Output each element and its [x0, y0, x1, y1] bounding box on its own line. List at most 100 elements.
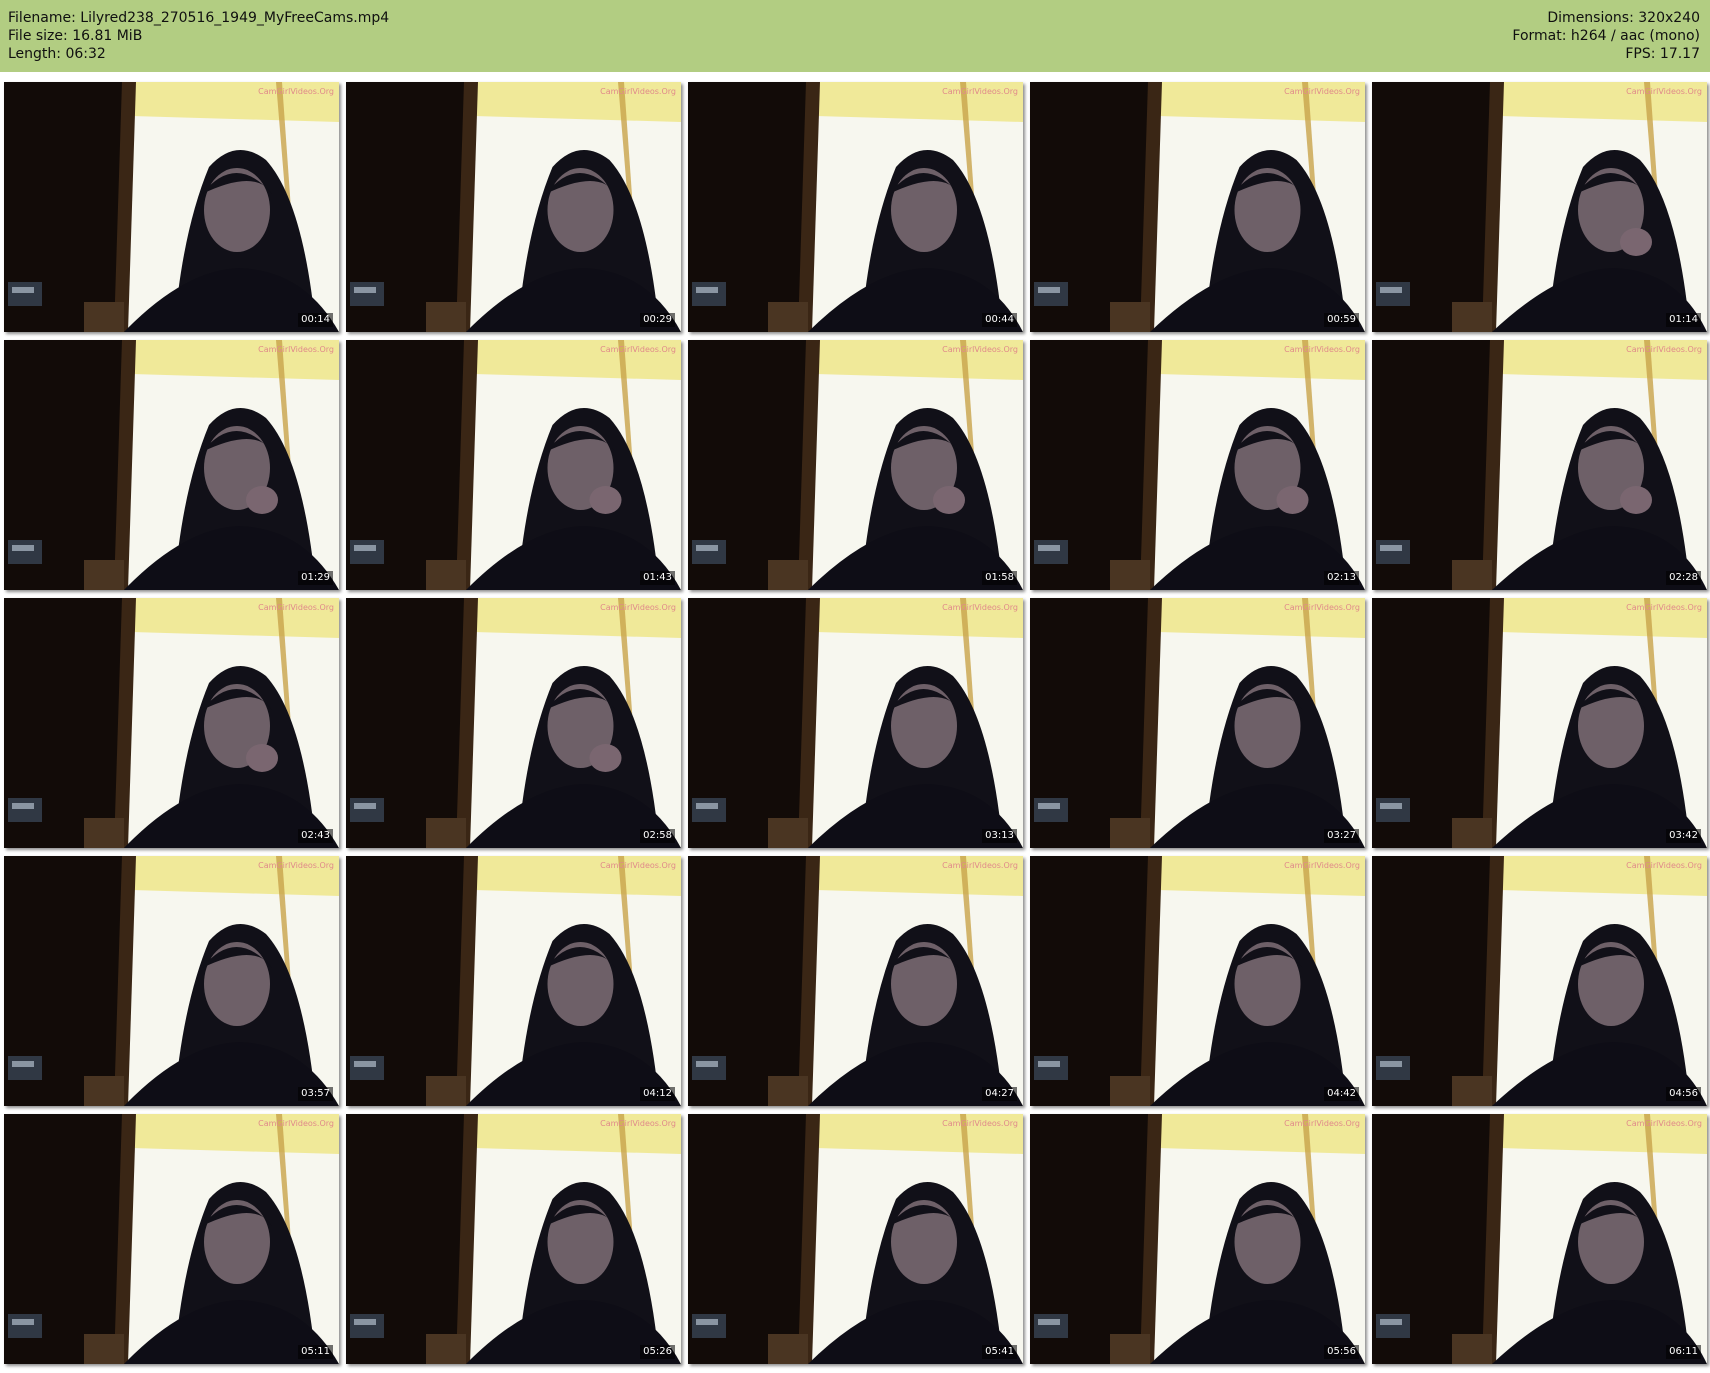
thumbnail[interactable]: CamGirlVideos.Org 01:29 [4, 340, 339, 590]
video-frame-image: CamGirlVideos.Org [4, 1114, 339, 1364]
svg-text:CamGirlVideos.Org: CamGirlVideos.Org [942, 861, 1018, 870]
video-frame-image: CamGirlVideos.Org [346, 598, 681, 848]
svg-text:CamGirlVideos.Org: CamGirlVideos.Org [258, 345, 334, 354]
video-frame-image: CamGirlVideos.Org [688, 856, 1023, 1106]
svg-text:CamGirlVideos.Org: CamGirlVideos.Org [258, 1119, 334, 1128]
video-frame-image: CamGirlVideos.Org [1030, 340, 1365, 590]
thumbnail[interactable]: CamGirlVideos.Org 00:44 [688, 82, 1023, 332]
video-frame-image: CamGirlVideos.Org [1372, 340, 1707, 590]
thumbnail[interactable]: CamGirlVideos.Org 00:14 [4, 82, 339, 332]
svg-text:CamGirlVideos.Org: CamGirlVideos.Org [942, 345, 1018, 354]
thumbnail[interactable]: CamGirlVideos.Org 04:12 [346, 856, 681, 1106]
timestamp-badge: 04:12 [640, 1087, 675, 1101]
svg-text:CamGirlVideos.Org: CamGirlVideos.Org [258, 603, 334, 612]
thumbnail[interactable]: CamGirlVideos.Org 03:27 [1030, 598, 1365, 848]
thumbnail[interactable]: CamGirlVideos.Org 04:56 [1372, 856, 1707, 1106]
svg-text:CamGirlVideos.Org: CamGirlVideos.Org [942, 1119, 1018, 1128]
video-frame-image: CamGirlVideos.Org [4, 82, 339, 332]
timestamp-badge: 00:29 [640, 313, 675, 327]
svg-text:CamGirlVideos.Org: CamGirlVideos.Org [600, 345, 676, 354]
thumbnail-grid: CamGirlVideos.Org 00:14 CamGirlVideos.Org 0… [4, 82, 1707, 1364]
video-frame-image: CamGirlVideos.Org [346, 1114, 681, 1364]
video-frame-image: CamGirlVideos.Org [688, 340, 1023, 590]
timestamp-badge: 03:42 [1666, 829, 1701, 843]
timestamp-badge: 01:43 [640, 571, 675, 585]
timestamp-badge: 05:26 [640, 1345, 675, 1359]
svg-text:CamGirlVideos.Org: CamGirlVideos.Org [1284, 861, 1360, 870]
timestamp-badge: 01:58 [982, 571, 1017, 585]
svg-text:CamGirlVideos.Org: CamGirlVideos.Org [942, 603, 1018, 612]
svg-text:CamGirlVideos.Org: CamGirlVideos.Org [600, 861, 676, 870]
thumbnail[interactable]: CamGirlVideos.Org 01:58 [688, 340, 1023, 590]
timestamp-badge: 00:59 [1324, 313, 1359, 327]
video-frame-image: CamGirlVideos.Org [688, 598, 1023, 848]
video-frame-image: CamGirlVideos.Org [1372, 856, 1707, 1106]
timestamp-badge: 05:56 [1324, 1345, 1359, 1359]
thumbnail[interactable]: CamGirlVideos.Org 04:27 [688, 856, 1023, 1106]
thumbnail[interactable]: CamGirlVideos.Org 05:41 [688, 1114, 1023, 1364]
timestamp-badge: 02:58 [640, 829, 675, 843]
thumbnail[interactable]: CamGirlVideos.Org 02:58 [346, 598, 681, 848]
thumbnail[interactable]: CamGirlVideos.Org 05:11 [4, 1114, 339, 1364]
thumbnail[interactable]: CamGirlVideos.Org 02:43 [4, 598, 339, 848]
video-frame-image: CamGirlVideos.Org [1372, 1114, 1707, 1364]
thumbnail[interactable]: CamGirlVideos.Org 03:13 [688, 598, 1023, 848]
thumbnail[interactable]: CamGirlVideos.Org 00:29 [346, 82, 681, 332]
video-frame-image: CamGirlVideos.Org [346, 856, 681, 1106]
timestamp-badge: 03:27 [1324, 829, 1359, 843]
svg-text:CamGirlVideos.Org: CamGirlVideos.Org [600, 1119, 676, 1128]
thumbnail[interactable]: CamGirlVideos.Org 04:42 [1030, 856, 1365, 1106]
video-frame-image: CamGirlVideos.Org [1030, 1114, 1365, 1364]
length-text: Length: 06:32 [8, 46, 106, 62]
timestamp-badge: 04:27 [982, 1087, 1017, 1101]
thumbnail[interactable]: CamGirlVideos.Org 00:59 [1030, 82, 1365, 332]
file-info: Filename: Lilyred238_270516_1949_MyFreeC… [8, 9, 389, 63]
fps-text: FPS: 17.17 [1625, 46, 1700, 62]
svg-text:CamGirlVideos.Org: CamGirlVideos.Org [1626, 87, 1702, 96]
video-frame-image: CamGirlVideos.Org [4, 598, 339, 848]
timestamp-badge: 02:43 [298, 829, 333, 843]
thumbnail[interactable]: CamGirlVideos.Org 01:14 [1372, 82, 1707, 332]
format-text: Format: h264 / aac (mono) [1512, 28, 1700, 44]
timestamp-badge: 05:41 [982, 1345, 1017, 1359]
file-size-text: File size: 16.81 MiB [8, 28, 143, 44]
svg-text:CamGirlVideos.Org: CamGirlVideos.Org [1284, 345, 1360, 354]
timestamp-badge: 03:13 [982, 829, 1017, 843]
thumbnail[interactable]: CamGirlVideos.Org 02:13 [1030, 340, 1365, 590]
timestamp-badge: 03:57 [298, 1087, 333, 1101]
video-frame-image: CamGirlVideos.Org [1372, 82, 1707, 332]
svg-text:CamGirlVideos.Org: CamGirlVideos.Org [600, 87, 676, 96]
svg-text:CamGirlVideos.Org: CamGirlVideos.Org [1284, 87, 1360, 96]
video-frame-image: CamGirlVideos.Org [1030, 82, 1365, 332]
svg-text:CamGirlVideos.Org: CamGirlVideos.Org [1626, 345, 1702, 354]
svg-text:CamGirlVideos.Org: CamGirlVideos.Org [258, 87, 334, 96]
stream-info: Dimensions: 320x240 Format: h264 / aac (… [1512, 9, 1700, 63]
svg-text:CamGirlVideos.Org: CamGirlVideos.Org [1284, 1119, 1360, 1128]
dimensions-text: Dimensions: 320x240 [1547, 10, 1700, 26]
thumbnail[interactable]: CamGirlVideos.Org 01:43 [346, 340, 681, 590]
thumbnail[interactable]: CamGirlVideos.Org 05:56 [1030, 1114, 1365, 1364]
timestamp-badge: 00:44 [982, 313, 1017, 327]
svg-text:CamGirlVideos.Org: CamGirlVideos.Org [942, 87, 1018, 96]
thumbnail[interactable]: CamGirlVideos.Org 02:28 [1372, 340, 1707, 590]
timestamp-badge: 02:28 [1666, 571, 1701, 585]
video-frame-image: CamGirlVideos.Org [346, 82, 681, 332]
video-frame-image: CamGirlVideos.Org [1372, 598, 1707, 848]
timestamp-badge: 06:11 [1666, 1345, 1701, 1359]
video-frame-image: CamGirlVideos.Org [688, 1114, 1023, 1364]
timestamp-badge: 04:42 [1324, 1087, 1359, 1101]
svg-text:CamGirlVideos.Org: CamGirlVideos.Org [1626, 861, 1702, 870]
video-frame-image: CamGirlVideos.Org [4, 340, 339, 590]
timestamp-badge: 01:29 [298, 571, 333, 585]
thumbnail[interactable]: CamGirlVideos.Org 03:57 [4, 856, 339, 1106]
timestamp-badge: 01:14 [1666, 313, 1701, 327]
video-frame-image: CamGirlVideos.Org [1030, 856, 1365, 1106]
timestamp-badge: 00:14 [298, 313, 333, 327]
thumbnail[interactable]: CamGirlVideos.Org 05:26 [346, 1114, 681, 1364]
video-frame-image: CamGirlVideos.Org [4, 856, 339, 1106]
thumbnail[interactable]: CamGirlVideos.Org 06:11 [1372, 1114, 1707, 1364]
timestamp-badge: 04:56 [1666, 1087, 1701, 1101]
thumbnail[interactable]: CamGirlVideos.Org 03:42 [1372, 598, 1707, 848]
svg-text:CamGirlVideos.Org: CamGirlVideos.Org [1626, 1119, 1702, 1128]
video-frame-image: CamGirlVideos.Org [688, 82, 1023, 332]
